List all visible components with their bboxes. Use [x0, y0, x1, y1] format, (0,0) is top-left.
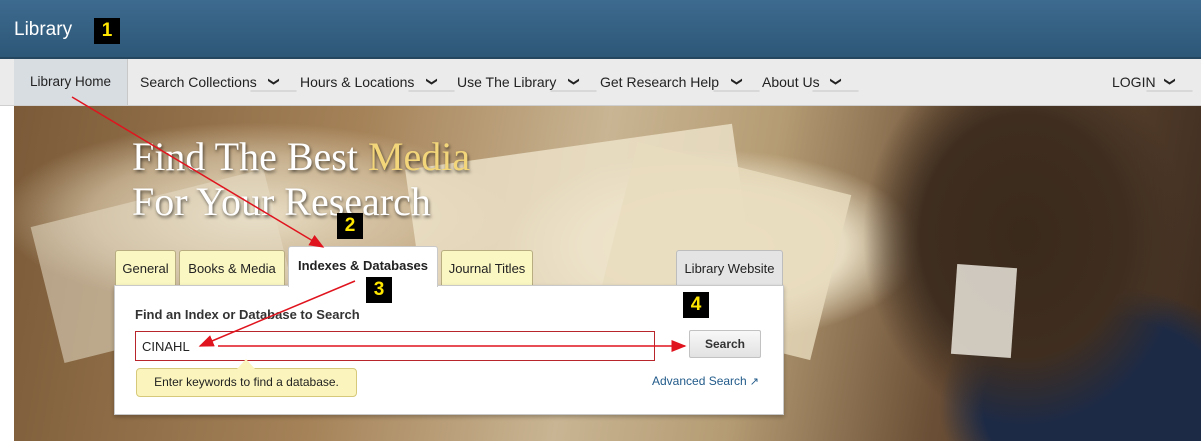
chevron-down-icon[interactable]: ❮: [713, 72, 760, 92]
annotation-badge-3: 3: [366, 277, 392, 303]
tab-library-website[interactable]: Library Website: [676, 250, 783, 286]
nav-hours-locations[interactable]: Hours & Locations: [300, 59, 414, 105]
nav-search-collections[interactable]: Search Collections: [140, 59, 257, 105]
chevron-down-icon[interactable]: ❮: [550, 72, 597, 92]
tab-journal-titles[interactable]: Journal Titles: [441, 250, 533, 286]
hero-headline-line2: For Your Research: [132, 179, 431, 224]
tab-general[interactable]: General: [115, 250, 176, 286]
search-button[interactable]: Search: [689, 330, 761, 358]
nav-get-research-help[interactable]: Get Research Help: [600, 59, 719, 105]
hero-headline-part1: Find The Best: [132, 134, 368, 179]
nav-use-the-library[interactable]: Use The Library: [457, 59, 556, 105]
annotation-badge-4: 4: [683, 292, 709, 318]
search-panel-label: Find an Index or Database to Search: [135, 307, 360, 322]
hero-note-card: [950, 264, 1018, 358]
advanced-search-label: Advanced Search: [652, 374, 747, 388]
top-header-bar: Library: [0, 0, 1201, 59]
tooltip-arrow: [237, 359, 255, 369]
hero-headline-accent: Media: [367, 134, 471, 179]
nav-library-home[interactable]: Library Home: [14, 59, 128, 105]
annotation-badge-1: 1: [94, 18, 120, 44]
chevron-down-icon[interactable]: ❮: [250, 72, 297, 92]
chevron-down-icon[interactable]: ❮: [408, 72, 455, 92]
main-navigation: Library Home Search Collections ❮ Hours …: [0, 59, 1201, 106]
search-tooltip: Enter keywords to find a database.: [136, 368, 357, 397]
database-search-input[interactable]: [135, 331, 655, 361]
nav-about-us[interactable]: About Us: [762, 59, 820, 105]
hero-headline: Find The Best Media For Your Research: [132, 134, 470, 224]
external-link-icon: ↗: [749, 376, 759, 388]
tab-indexes-databases[interactable]: Indexes & Databases: [288, 246, 438, 287]
advanced-search-link[interactable]: Advanced Search ↗: [652, 374, 759, 388]
annotation-badge-2: 2: [337, 213, 363, 239]
tab-books-media[interactable]: Books & Media: [179, 250, 285, 286]
site-title[interactable]: Library: [14, 19, 72, 41]
chevron-down-icon[interactable]: ❮: [1146, 72, 1193, 92]
chevron-down-icon[interactable]: ❮: [812, 72, 859, 92]
